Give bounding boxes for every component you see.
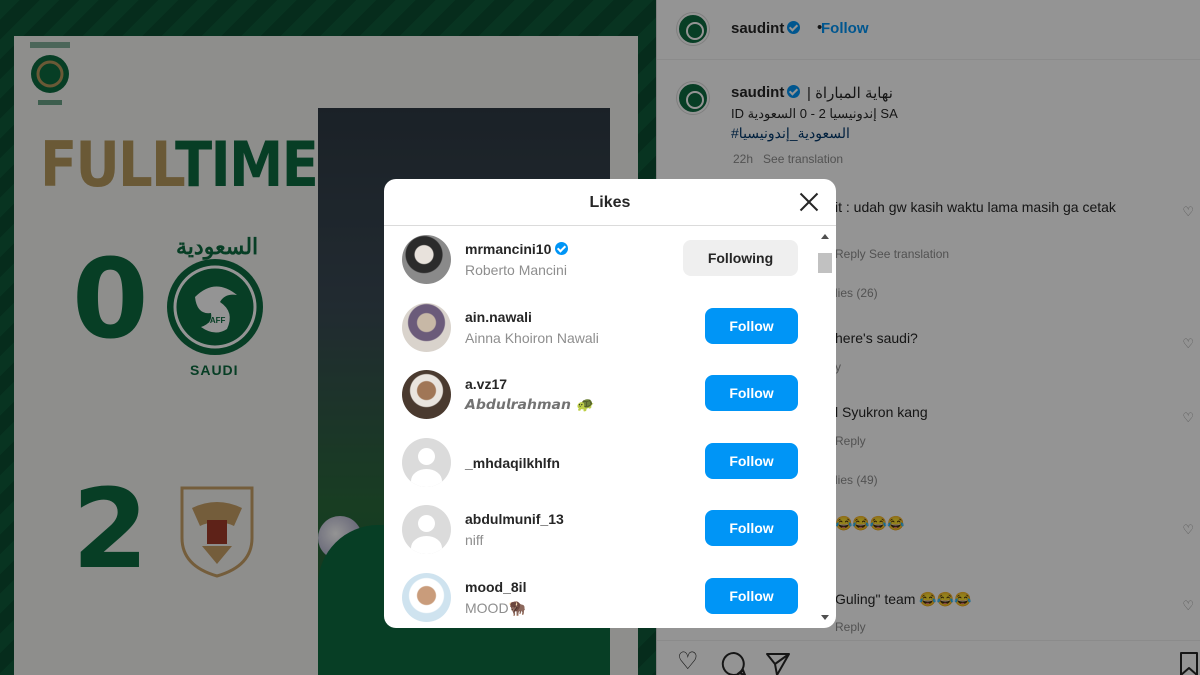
like-row[interactable]: a.vz17 𝘼𝙗𝙙𝙪𝙡𝙧𝙖𝙝𝙢𝙖𝙣 🐢 Follow <box>384 361 824 428</box>
user-avatar[interactable] <box>402 572 451 622</box>
like-username[interactable]: a.vz17 <box>465 376 507 392</box>
like-full-name: 𝘼𝙗𝙙𝙪𝙡𝙧𝙖𝙝𝙢𝙖𝙣 🐢 <box>465 397 594 413</box>
scroll-thumb[interactable] <box>818 253 832 273</box>
like-username[interactable]: mrmancini10 <box>465 241 569 257</box>
user-avatar[interactable] <box>402 370 451 419</box>
like-username[interactable]: _mhdaqilkhlfn <box>465 455 560 471</box>
likes-list[interactable]: mrmancini10 Roberto Mancini Following ain.n… <box>384 226 836 628</box>
like-row[interactable]: mood_8il MOOD🦬 Follow <box>384 564 824 629</box>
like-row[interactable]: _mhdaqilkhlfn Follow <box>384 429 824 496</box>
follow-button[interactable]: Follow <box>705 442 798 479</box>
likes-modal-title: Likes <box>589 194 631 211</box>
likes-modal-header: Likes <box>384 179 836 226</box>
default-avatar-icon[interactable] <box>402 505 451 554</box>
like-row[interactable]: mrmancini10 Roberto Mancini Following <box>384 226 824 293</box>
close-icon[interactable] <box>796 189 822 215</box>
follow-button[interactable]: Follow <box>705 307 798 344</box>
like-full-name: niff <box>465 532 484 548</box>
user-avatar[interactable] <box>402 235 451 284</box>
scroll-down-arrow-icon[interactable] <box>821 615 829 620</box>
follow-button[interactable]: Follow <box>705 375 798 411</box>
user-avatar[interactable] <box>402 302 451 352</box>
likes-modal: Likes mrmancini10 Roberto Mancini Followin… <box>384 179 836 628</box>
like-full-name: MOOD🦬 <box>465 599 526 616</box>
likes-scrollbar[interactable] <box>818 231 832 623</box>
like-username[interactable]: abdulmunif_13 <box>465 511 564 527</box>
scroll-up-arrow-icon[interactable] <box>821 234 829 239</box>
like-row[interactable]: ain.nawali Ainna Khoiron Nawali Follow <box>384 294 824 361</box>
default-avatar-icon[interactable] <box>402 437 451 487</box>
like-full-name: Roberto Mancini <box>465 262 567 278</box>
follow-button[interactable]: Follow <box>705 577 798 614</box>
following-button[interactable]: Following <box>683 240 798 276</box>
like-row[interactable]: abdulmunif_13niff Follow <box>384 496 824 563</box>
like-username[interactable]: mood_8il <box>465 579 526 595</box>
verified-badge-icon <box>555 242 569 255</box>
like-full-name: Ainna Khoiron Nawali <box>465 329 599 346</box>
like-username[interactable]: ain.nawali <box>465 309 532 325</box>
follow-button[interactable]: Follow <box>705 510 798 546</box>
